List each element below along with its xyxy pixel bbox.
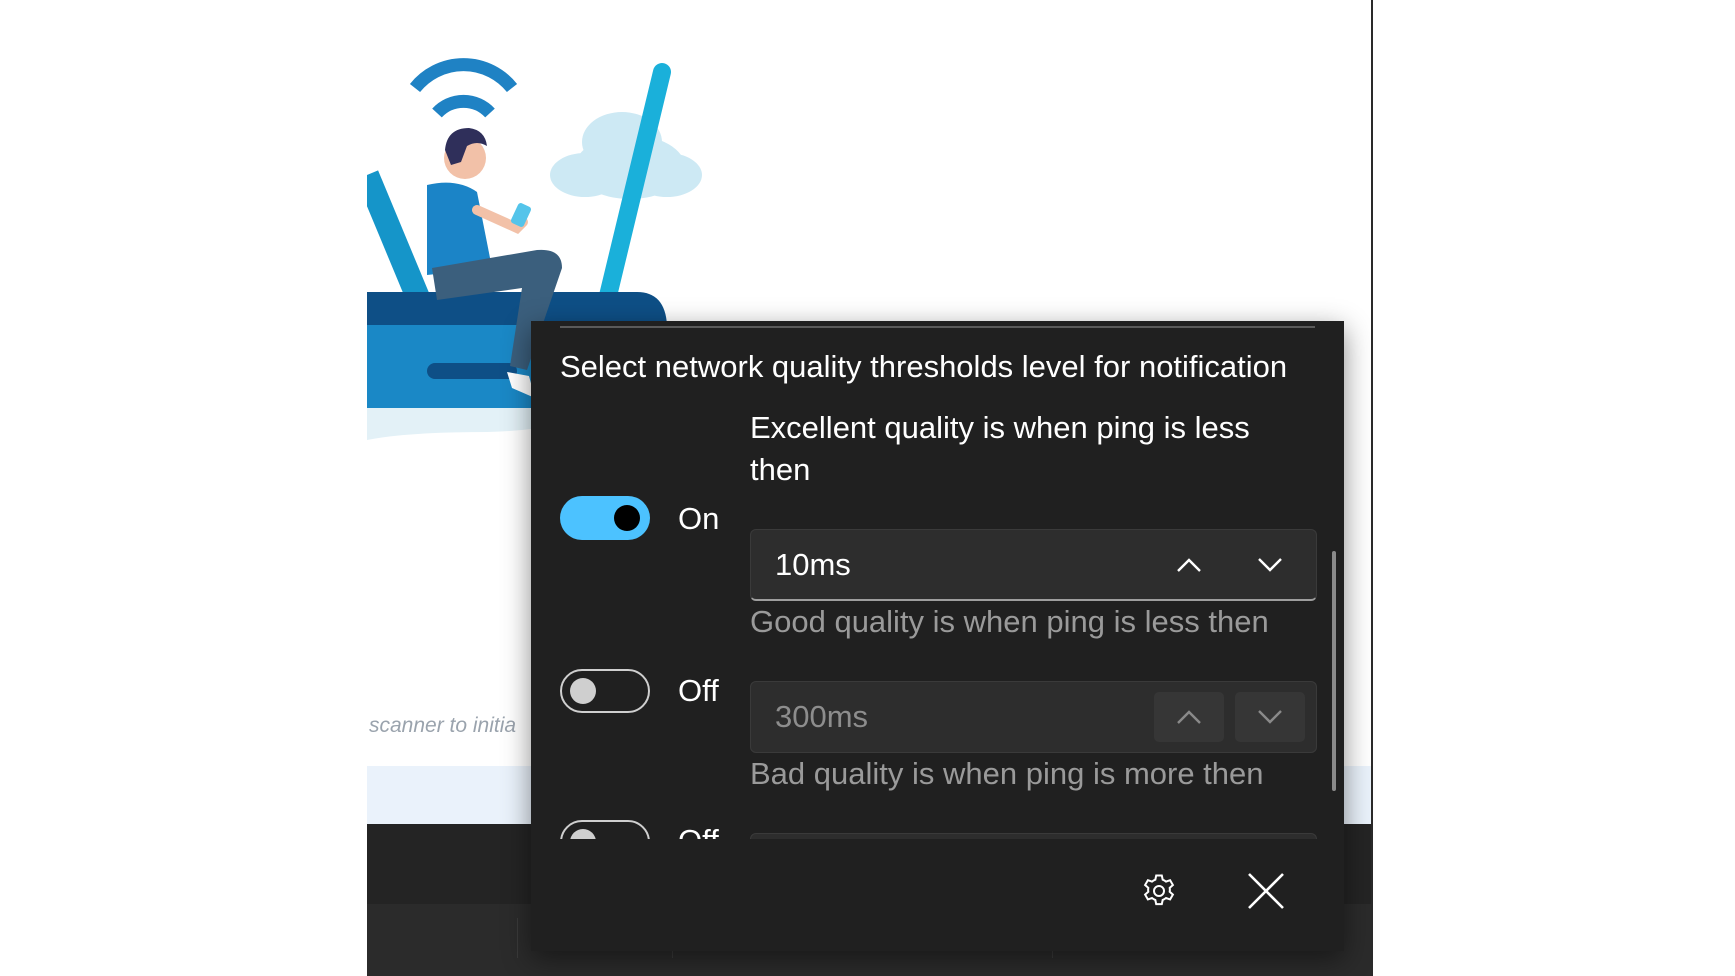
- excellent-increment-button[interactable]: [1154, 540, 1224, 590]
- scrollbar-thumb[interactable]: [1332, 551, 1336, 791]
- flyout-footer: [531, 839, 1344, 951]
- excellent-decrement-button[interactable]: [1235, 540, 1305, 590]
- gear-icon: [1143, 874, 1175, 906]
- bad-threshold-label: Bad quality is when ping is more then: [750, 756, 1264, 791]
- excellent-ping-spinbox: [750, 529, 1317, 601]
- excellent-toggle-label: On: [678, 501, 720, 536]
- flyout-heading: Select network quality thresholds level …: [560, 349, 1288, 384]
- toggle-knob: [614, 505, 640, 531]
- bad-toggle-label: Off: [678, 823, 719, 839]
- scanner-hint-text: scanner to initia: [369, 714, 517, 737]
- close-icon: [1248, 873, 1284, 909]
- chevron-down-icon: [1258, 710, 1282, 724]
- good-ping-input[interactable]: [775, 682, 1135, 752]
- toggle-knob: [570, 678, 596, 704]
- close-button[interactable]: [1236, 863, 1296, 919]
- bad-toggle[interactable]: [560, 820, 650, 839]
- chevron-up-icon: [1177, 558, 1201, 572]
- good-toggle[interactable]: [560, 669, 650, 713]
- excellent-ping-input[interactable]: [775, 530, 1135, 600]
- good-ping-spinbox: [750, 681, 1317, 753]
- good-threshold-label: Good quality is when ping is less then: [750, 604, 1269, 639]
- excellent-toggle[interactable]: [560, 496, 650, 540]
- notification-thresholds-flyout: Select network quality thresholds level …: [531, 321, 1344, 951]
- chevron-down-icon: [1258, 558, 1282, 572]
- toggle-knob: [570, 829, 596, 839]
- good-increment-button[interactable]: [1154, 692, 1224, 742]
- good-toggle-label: Off: [678, 673, 719, 708]
- chevron-up-icon: [1177, 710, 1201, 724]
- thresholds-list[interactable]: On Excellent quality is when ping is les…: [531, 399, 1344, 839]
- status-divider: [517, 918, 518, 958]
- settings-button[interactable]: [1131, 863, 1187, 919]
- flyout-divider: [560, 326, 1315, 328]
- excellent-threshold-label: Excellent quality is when ping is less t…: [750, 410, 1250, 487]
- good-decrement-button[interactable]: [1235, 692, 1305, 742]
